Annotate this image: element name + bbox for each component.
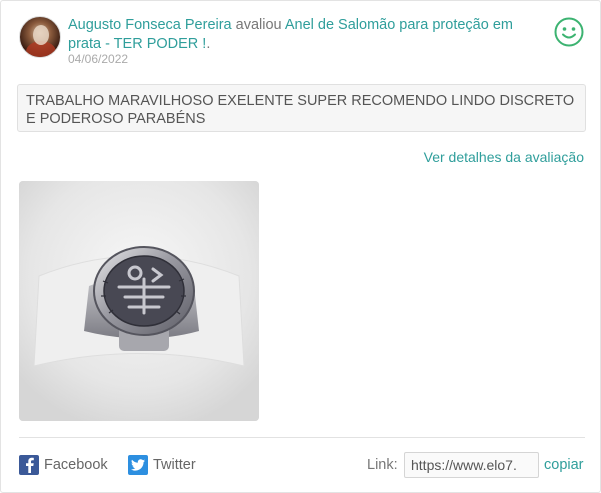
review-header: Augusto Fonseca Pereira avaliou Anel de …: [68, 16, 538, 54]
reviewer-name-link[interactable]: Augusto Fonseca Pereira: [68, 17, 232, 33]
twitter-label: Twitter: [153, 457, 196, 473]
user-avatar[interactable]: [19, 16, 61, 58]
share-facebook-button[interactable]: Facebook: [19, 454, 108, 476]
view-review-details-link[interactable]: Ver detalhes da avaliação: [424, 149, 584, 165]
facebook-icon: [19, 455, 39, 475]
review-text-box: TRABALHO MARAVILHOSO EXELENTE SUPER RECO…: [17, 84, 586, 132]
share-link-input[interactable]: [404, 452, 539, 478]
ring-image: [19, 181, 259, 421]
link-label: Link:: [367, 457, 398, 473]
copy-link-button[interactable]: copiar: [544, 457, 584, 473]
review-photo-ring[interactable]: [19, 181, 259, 421]
review-action-text: avaliou: [235, 17, 282, 33]
footer-divider: [19, 437, 585, 438]
facebook-label: Facebook: [44, 457, 108, 473]
smiley-icon: [554, 17, 584, 47]
review-date: 04/06/2022: [68, 52, 129, 66]
twitter-icon: [128, 455, 148, 475]
avatar-face: [33, 25, 49, 45]
share-twitter-button[interactable]: Twitter: [128, 454, 196, 476]
product-suffix: .: [206, 36, 211, 52]
review-card: Augusto Fonseca Pereira avaliou Anel de …: [0, 0, 601, 493]
